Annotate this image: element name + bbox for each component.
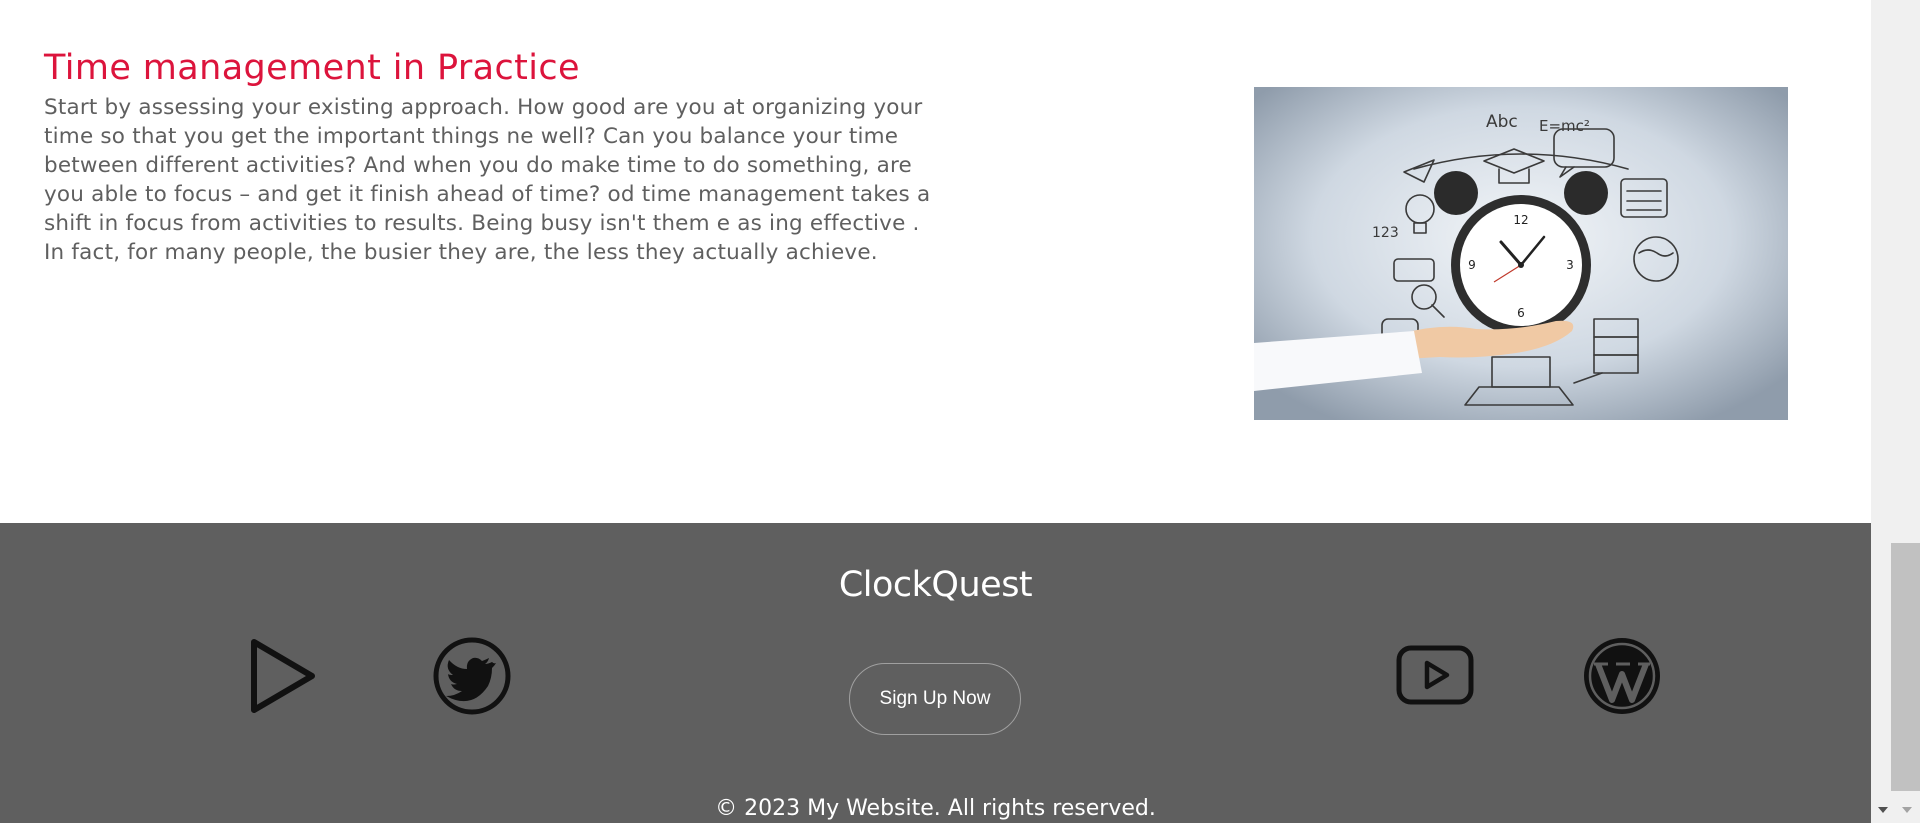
article-heading: Time management in Practice	[44, 48, 580, 88]
footer-brand: ClockQuest	[838, 565, 1033, 605]
youtube-icon[interactable]	[1395, 636, 1475, 716]
page: Time management in Practice Start by ass…	[0, 0, 1871, 823]
twitter-icon[interactable]	[432, 636, 512, 716]
vertical-scrollbar[interactable]	[1871, 0, 1920, 823]
scroll-down-arrow-icon-secondary[interactable]	[1897, 803, 1917, 817]
sketch-text-numbers: 123	[1372, 225, 1399, 241]
sign-up-button[interactable]: Sign Up Now	[849, 663, 1021, 735]
scrollbar-thumb[interactable]	[1891, 543, 1920, 791]
article-paragraph: Start by assessing your existing approac…	[44, 95, 931, 265]
clock-number-6: 6	[1517, 306, 1525, 320]
wordpress-icon[interactable]	[1582, 636, 1662, 716]
article-section: Time management in Practice Start by ass…	[0, 0, 1871, 523]
sketch-text-formula: E=mc²	[1539, 117, 1590, 135]
time-management-illustration: Abc E=mc² 123 12 3 6 9	[1254, 87, 1788, 420]
copyright-text: © 2023 My Website. All rights reserved.	[715, 796, 1156, 821]
play-icon[interactable]	[242, 636, 322, 716]
sketch-text-abc: Abc	[1486, 112, 1518, 132]
clock-number-9: 9	[1468, 258, 1476, 272]
clock-number-12: 12	[1513, 213, 1528, 227]
clock-number-3: 3	[1566, 258, 1574, 272]
scroll-down-arrow-icon[interactable]	[1873, 803, 1893, 817]
site-footer: ClockQuest Sign Up Now © 2023 My Website…	[0, 523, 1871, 823]
